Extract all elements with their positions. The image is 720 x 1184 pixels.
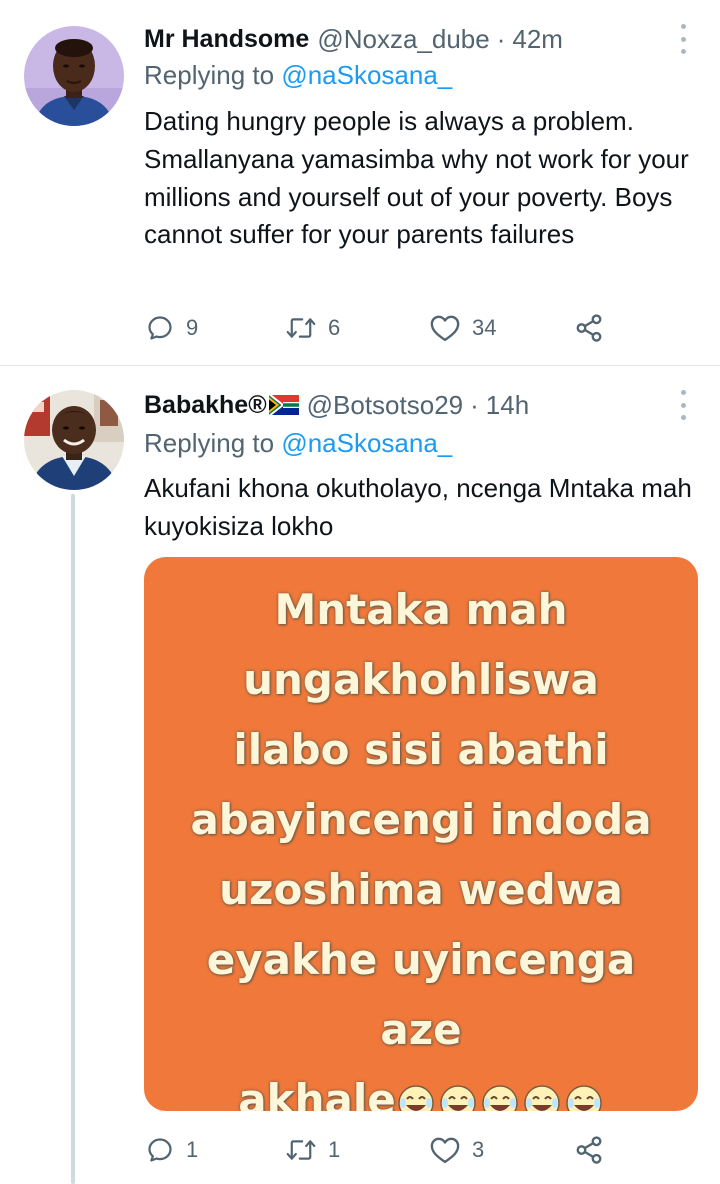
tweet[interactable]: Babakhe® @Botsotso29 · 14h Replying to @… [0,366,720,1184]
image-text-line: akhale [238,1075,396,1111]
replying-mention[interactable]: @naSkosana_ [281,60,452,90]
tweet-text: Dating hungry people is always a problem… [144,106,689,250]
replying-mention[interactable]: @naSkosana_ [281,428,452,458]
image-text-line: abayincengi indoda [190,795,652,844]
avatar[interactable] [24,26,124,126]
timestamp[interactable]: 42m [512,24,563,55]
heart-icon [430,315,460,342]
south-africa-flag-icon [268,395,299,415]
tweet[interactable]: Mr Handsome @Noxza_dube · 42m Replying t… [0,0,720,365]
share-icon [576,1136,602,1164]
retweet-button[interactable]: 6 [286,308,340,348]
like-button[interactable]: 3 [430,1130,484,1170]
reply-icon [148,1138,172,1162]
reply-count: 1 [186,1137,199,1162]
retweet-button[interactable]: 1 [286,1130,340,1170]
image-text-line: aze [380,1005,462,1054]
laughing-tears-emoji-icon [523,1084,560,1111]
tweet-actions: 9 6 34 [144,308,624,348]
replying-prefix: Replying to [144,428,275,458]
more-icon[interactable] [678,24,688,54]
image-text-line: ungakhohliswa [243,655,599,704]
timestamp[interactable]: 14h [486,390,529,421]
image-text-last-line: akhale [144,1065,698,1111]
author-name[interactable]: Mr Handsome [144,25,309,54]
share-icon [576,314,602,342]
heart-icon [430,1137,460,1164]
like-count: 34 [472,315,497,340]
author-handle[interactable]: @Noxza_dube [317,24,489,55]
like-button[interactable]: 34 [430,308,496,348]
share-button[interactable] [574,308,604,348]
image-text-line: Mntaka mah [274,585,568,634]
retweet-icon [286,318,316,338]
laughing-tears-emoji-icon [397,1084,434,1111]
replying-to: Replying to @naSkosana_ [144,428,452,459]
retweet-count: 6 [328,315,341,340]
replying-prefix: Replying to [144,60,275,90]
author-handle[interactable]: @Botsotso29 [307,390,463,421]
separator: · [496,23,506,54]
image-text-line: uzoshima wedwa [219,865,623,914]
reply-count: 9 [186,315,199,340]
image-text-line: ilabo sisi abathi [233,725,609,774]
separator: · [470,389,479,420]
retweet-count: 1 [328,1137,341,1162]
like-count: 3 [472,1137,485,1162]
image-text-line: eyakhe uyincenga [206,935,636,984]
image-caption: Mntaka mah ungakhohliswa ilabo sisi abat… [144,575,698,1111]
tweet-header: Mr Handsome @Noxza_dube · 42m [144,22,563,56]
reply-icon [148,316,172,340]
tweet-header: Babakhe® @Botsotso29 · 14h [144,388,529,422]
tweet-text: Akufani khona okutholayo, ncenga Mntaka … [144,473,692,541]
thread-line [71,494,75,1184]
avatar[interactable] [24,390,124,490]
emoji-row [396,1083,604,1111]
laughing-tears-emoji-icon [439,1084,476,1111]
reply-button[interactable]: 9 [146,308,198,348]
replying-to: Replying to @naSkosana_ [144,60,452,91]
tweet-image[interactable]: Mntaka mah ungakhohliswa ilabo sisi abat… [144,557,698,1111]
share-button[interactable] [574,1130,604,1170]
laughing-tears-emoji-icon [565,1084,602,1111]
retweet-icon [286,1140,316,1160]
reply-button[interactable]: 1 [146,1130,198,1170]
tweet-actions: 1 1 3 [144,1130,624,1170]
laughing-tears-emoji-icon [481,1084,518,1111]
author-name[interactable]: Babakhe® [144,391,267,420]
more-icon[interactable] [678,390,688,420]
